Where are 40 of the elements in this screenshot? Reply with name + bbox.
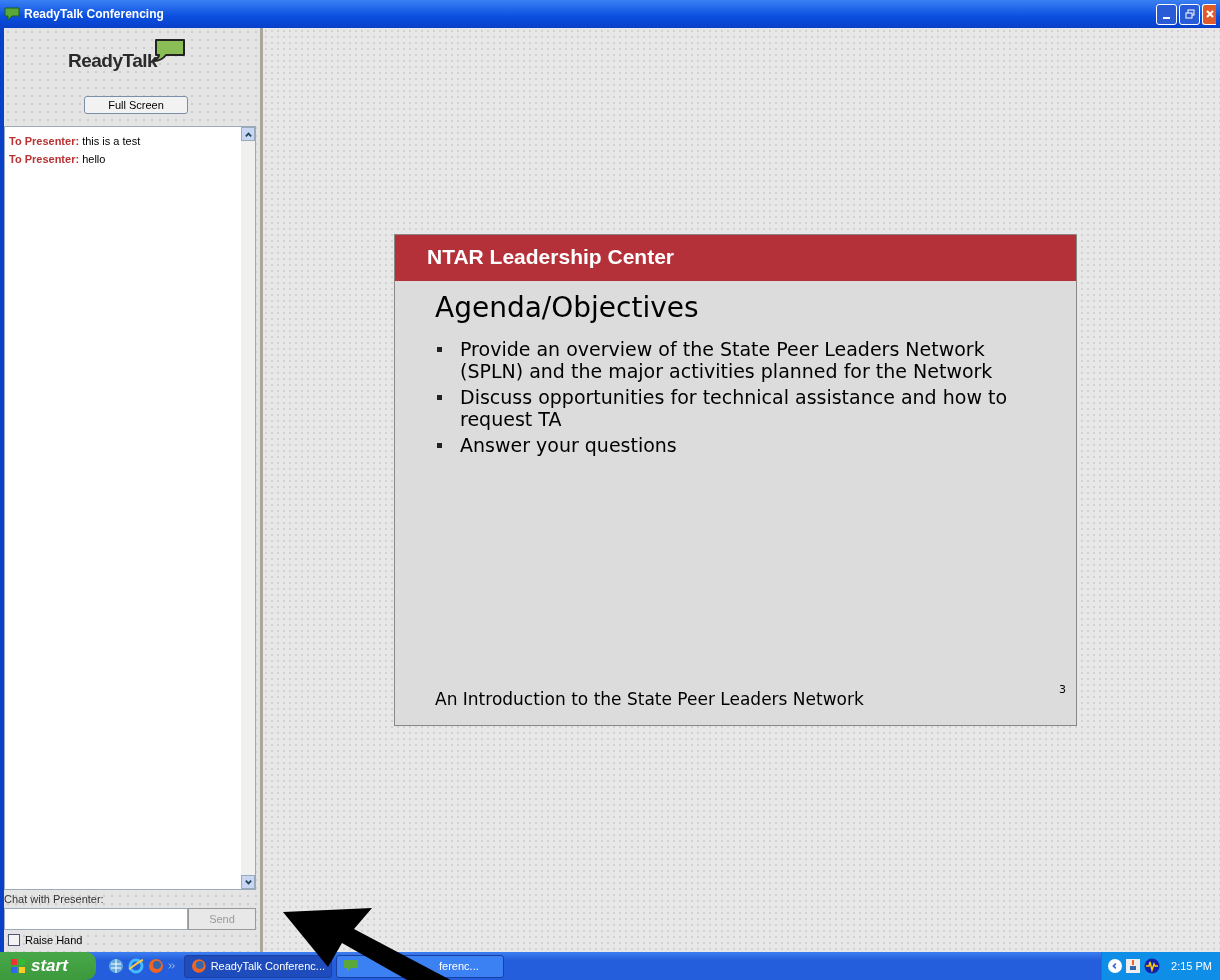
restore-button[interactable] xyxy=(1179,3,1200,25)
send-button[interactable]: Send xyxy=(188,908,256,930)
speech-bubble-icon xyxy=(4,7,20,21)
speech-bubble-icon xyxy=(343,959,359,973)
windows-logo-icon xyxy=(10,958,26,974)
browser-icon[interactable] xyxy=(128,958,144,974)
close-icon xyxy=(1204,9,1215,19)
slide-footer: An Introduction to the State Peer Leaders Network xyxy=(435,689,864,709)
raise-hand-label: Raise Hand xyxy=(25,934,83,946)
bullet-text: Answer your questions xyxy=(460,434,677,456)
chat-input-field[interactable] xyxy=(4,908,188,930)
page-number: 3 xyxy=(1059,683,1066,698)
clock: 2:15 PM xyxy=(1171,960,1212,972)
raise-hand-checkbox[interactable] xyxy=(8,934,20,946)
close-button[interactable] xyxy=(1202,3,1216,25)
chat-label: Chat with Presenter: xyxy=(4,892,105,907)
globe-icon[interactable] xyxy=(108,958,124,974)
window-title: ReadyTalk Conferencing xyxy=(24,7,164,21)
minimize-button[interactable] xyxy=(1156,3,1177,25)
bullet-icon xyxy=(437,395,442,400)
full-screen-button[interactable]: Full Screen xyxy=(84,96,188,114)
chat-message: To Presenter: hello xyxy=(9,152,107,167)
taskbar-item[interactable]: ReadyTalk Conferenc... xyxy=(184,954,332,978)
fox-icon xyxy=(191,958,207,974)
chevron-icon[interactable] xyxy=(168,962,176,970)
scrollbar[interactable] xyxy=(241,127,255,889)
waveform-icon[interactable] xyxy=(1144,958,1161,974)
slide-header: NTAR Leadership Center xyxy=(395,235,1076,281)
bullet-text: Discuss opportunities for technical assistance and how to request TA xyxy=(460,386,1009,430)
bullet-icon xyxy=(437,443,442,448)
slide-title: Agenda/Objectives xyxy=(435,291,700,324)
minimize-icon xyxy=(1163,17,1170,19)
logo-text: ReadyTalk xyxy=(67,50,158,73)
scroll-down-icon[interactable] xyxy=(241,875,255,889)
start-button[interactable]: start xyxy=(0,952,96,980)
chat-message: To Presenter: this is a test xyxy=(9,134,142,149)
scroll-up-icon[interactable] xyxy=(241,127,255,141)
restore-icon xyxy=(1184,9,1195,19)
bullet-text: Provide an overview of the State Peer Leaders Network (SPLN) and the major activities planned for the Network xyxy=(460,338,994,382)
bullet-icon xyxy=(437,347,442,352)
